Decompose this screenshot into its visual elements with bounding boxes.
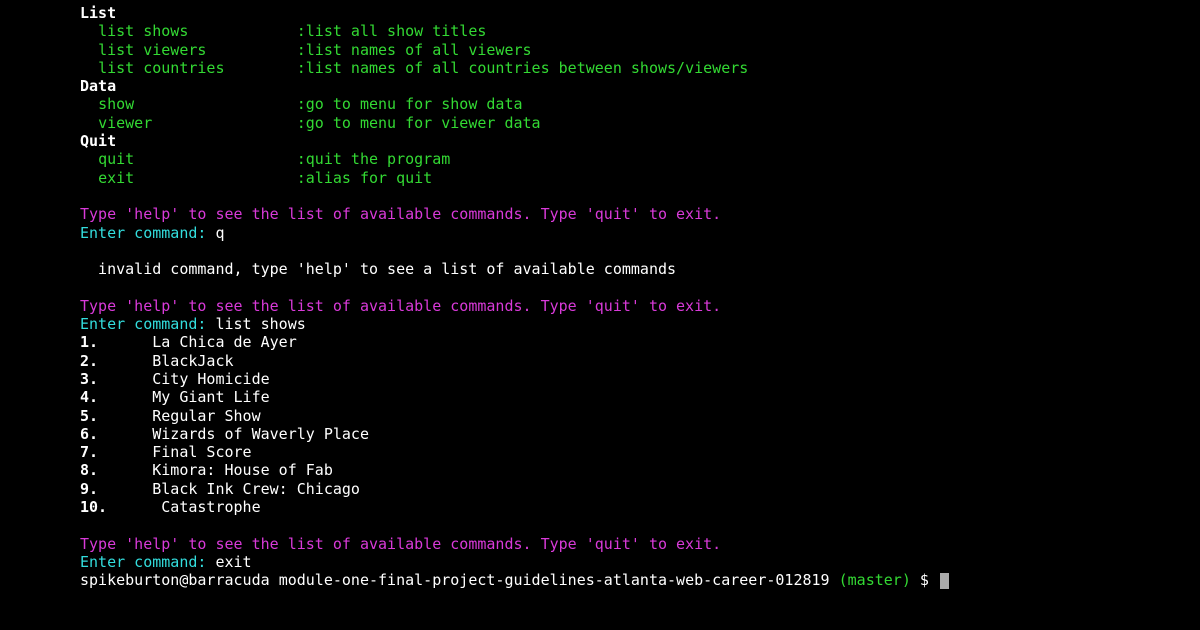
- show-row: 4. My Giant Life: [80, 388, 1200, 406]
- show-title: BlackJack: [152, 352, 233, 370]
- shell-prompt[interactable]: spikeburton@barracuda module-one-final-p…: [80, 571, 1200, 589]
- show-row: 7. Final Score: [80, 443, 1200, 461]
- show-title: Catastrophe: [161, 498, 260, 516]
- show-title: My Giant Life: [152, 388, 269, 406]
- show-row: 2. BlackJack: [80, 352, 1200, 370]
- show-number: 8.: [80, 461, 98, 479]
- show-title: City Homicide: [152, 370, 269, 388]
- menu-section-quit: Quit: [80, 132, 1200, 150]
- show-list: 1. La Chica de Ayer2. BlackJack3. City H…: [80, 333, 1200, 516]
- blank-line: [80, 278, 1200, 296]
- cursor-icon: [940, 573, 949, 589]
- prompt-1: Enter command: q: [80, 224, 1200, 242]
- hint-text: Type 'help' to see the list of available…: [80, 535, 1200, 553]
- show-title: Black Ink Crew: Chicago: [152, 480, 360, 498]
- invalid-command-msg: invalid command, type 'help' to see a li…: [80, 260, 1200, 278]
- hint-text: Type 'help' to see the list of available…: [80, 297, 1200, 315]
- show-number: 9.: [80, 480, 98, 498]
- show-number: 5.: [80, 407, 98, 425]
- show-number: 3.: [80, 370, 98, 388]
- cmd-quit: quit :quit the program: [80, 150, 1200, 168]
- show-row: 9. Black Ink Crew: Chicago: [80, 480, 1200, 498]
- show-number: 4.: [80, 388, 98, 406]
- show-title: Wizards of Waverly Place: [152, 425, 369, 443]
- cmd-viewer: viewer :go to menu for viewer data: [80, 114, 1200, 132]
- cmd-list-countries: list countries :list names of all countr…: [80, 59, 1200, 77]
- hint-text: Type 'help' to see the list of available…: [80, 205, 1200, 223]
- cmd-list-shows: list shows :list all show titles: [80, 22, 1200, 40]
- show-row: 1. La Chica de Ayer: [80, 333, 1200, 351]
- show-number: 1.: [80, 333, 98, 351]
- show-row: 8. Kimora: House of Fab: [80, 461, 1200, 479]
- show-number: 6.: [80, 425, 98, 443]
- show-number: 2.: [80, 352, 98, 370]
- menu-section-data: Data: [80, 77, 1200, 95]
- show-number: 10.: [80, 498, 107, 516]
- blank-line: [80, 187, 1200, 205]
- show-number: 7.: [80, 443, 98, 461]
- show-title: Final Score: [152, 443, 251, 461]
- menu-section-list: List: [80, 4, 1200, 22]
- show-title: Regular Show: [152, 407, 260, 425]
- show-title: La Chica de Ayer: [152, 333, 297, 351]
- cmd-list-viewers: list viewers :list names of all viewers: [80, 41, 1200, 59]
- prompt-3: Enter command: exit: [80, 553, 1200, 571]
- show-row: 5. Regular Show: [80, 407, 1200, 425]
- blank-line: [80, 516, 1200, 534]
- blank-line: [80, 242, 1200, 260]
- prompt-2: Enter command: list shows: [80, 315, 1200, 333]
- show-row: 6. Wizards of Waverly Place: [80, 425, 1200, 443]
- cmd-show: show :go to menu for show data: [80, 95, 1200, 113]
- cmd-exit: exit :alias for quit: [80, 169, 1200, 187]
- show-row: 3. City Homicide: [80, 370, 1200, 388]
- show-row: 10. Catastrophe: [80, 498, 1200, 516]
- terminal-output: List list shows :list all show titles li…: [80, 4, 1200, 590]
- show-title: Kimora: House of Fab: [152, 461, 333, 479]
